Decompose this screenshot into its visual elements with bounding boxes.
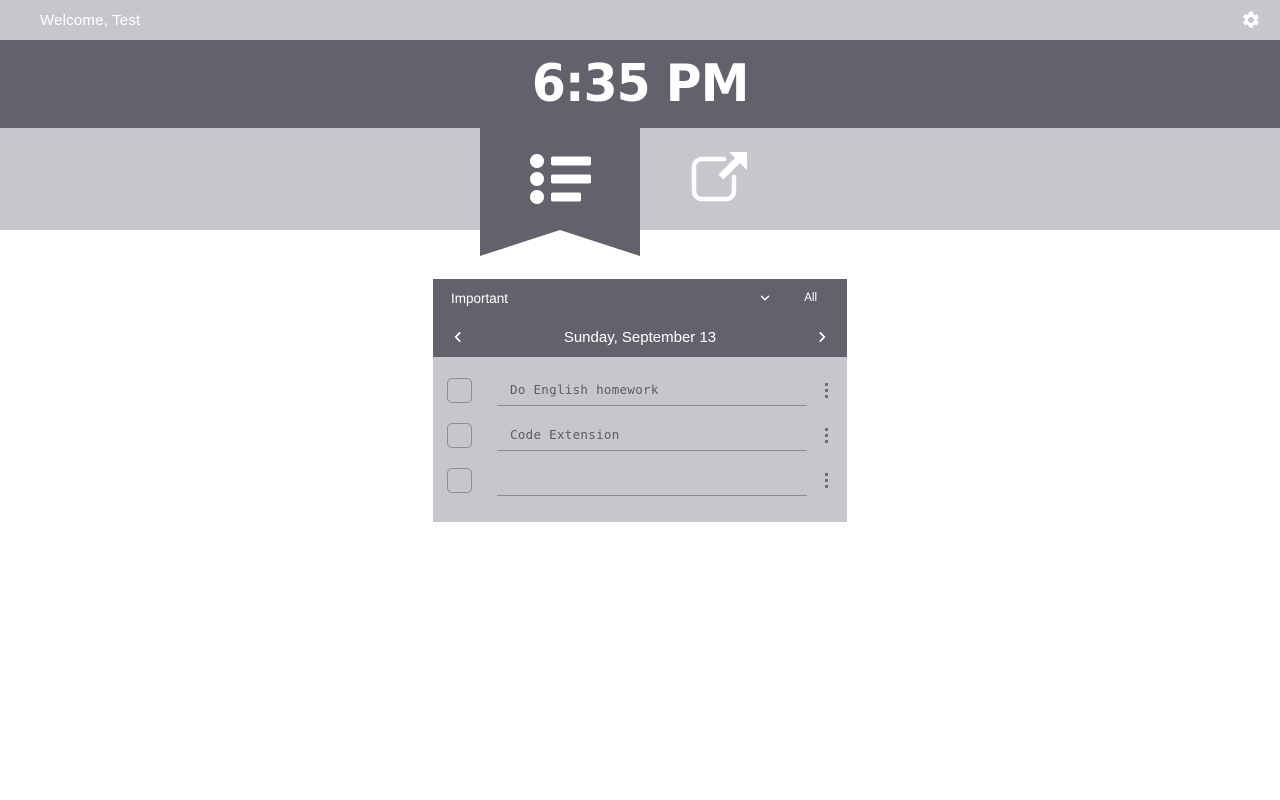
chevron-left-icon (454, 332, 461, 342)
gear-icon (1243, 11, 1259, 28)
task-checkbox[interactable] (447, 378, 472, 403)
next-day-button[interactable] (811, 324, 833, 350)
task-input-wrapper (497, 465, 807, 496)
previous-day-button[interactable] (447, 324, 469, 350)
task-checkbox[interactable] (447, 423, 472, 448)
filter-dropdown[interactable]: Important (451, 291, 782, 306)
task-checkbox[interactable] (447, 468, 472, 493)
chevron-right-icon (819, 332, 826, 342)
card-toolbar: Important All (433, 279, 847, 317)
clock-band: 6:35 PM (0, 40, 1280, 128)
list-icon (530, 154, 591, 204)
chevron-down-icon (758, 291, 772, 305)
current-date-label: Sunday, September 13 (563, 328, 717, 346)
task-input-wrapper (497, 420, 807, 451)
task-card: Important All Sunday, September 13 (433, 279, 847, 522)
kebab-menu-icon[interactable] (819, 425, 833, 447)
task-row (433, 368, 847, 413)
task-input-wrapper (497, 375, 807, 406)
external-link-icon (691, 151, 747, 202)
clock-time: 6:35 PM (531, 54, 749, 114)
task-input[interactable] (497, 381, 807, 399)
active-tab-pointer (480, 230, 640, 256)
task-row (433, 458, 847, 503)
kebab-menu-icon[interactable] (819, 470, 833, 492)
task-list (433, 357, 847, 503)
tab-task-list[interactable] (480, 128, 640, 230)
tab-external-link[interactable] (640, 128, 800, 230)
nav-band (0, 128, 1280, 230)
top-bar: Welcome, Test (0, 0, 1280, 40)
kebab-menu-icon[interactable] (819, 380, 833, 402)
task-input[interactable] (497, 426, 807, 444)
task-row (433, 413, 847, 458)
all-filter-button[interactable]: All (804, 292, 817, 304)
date-navigator: Sunday, September 13 (433, 317, 847, 357)
settings-button[interactable] (1234, 3, 1268, 37)
welcome-message: Welcome, Test (40, 11, 141, 29)
new-task-input[interactable] (497, 471, 807, 489)
filter-selected-value: Important (451, 290, 509, 306)
